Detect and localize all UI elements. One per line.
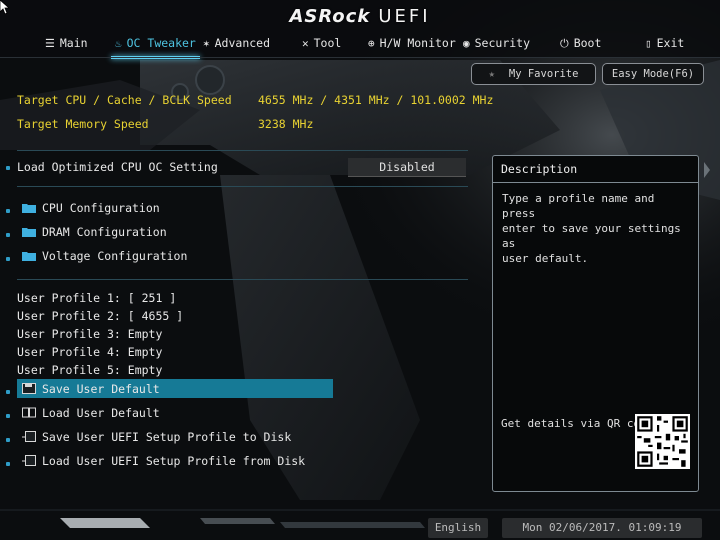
favorite-star-icon: ★ (488, 68, 495, 80)
submenu-cpu-configuration[interactable]: CPU Configuration (22, 199, 160, 217)
tab-exit-label: Exit (656, 36, 685, 50)
language-selector[interactable]: English (428, 518, 488, 538)
my-favorite-label: My Favorite (508, 68, 579, 80)
save-to-disk-icon (22, 431, 36, 442)
row-marker (6, 390, 10, 394)
load-user-default-item[interactable]: Load User Default (22, 404, 160, 422)
row-marker (6, 166, 10, 170)
action-label: Load User Default (42, 406, 160, 420)
footer-bar: English Mon 02/06/2017. 01:09:19 (0, 512, 720, 540)
qr-code-label: Get details via QR code (501, 417, 654, 430)
submenu-label: DRAM Configuration (42, 225, 167, 239)
tab-boot-label: Boot (573, 36, 602, 50)
load-from-disk-icon (22, 455, 36, 466)
submenu-voltage-configuration[interactable]: Voltage Configuration (22, 247, 187, 265)
easy-mode-label: Easy Mode(F6) (611, 68, 695, 80)
power-icon: ⏻ (560, 37, 569, 50)
mouse-cursor-icon (0, 0, 10, 14)
load-optimized-cpu-oc-label[interactable]: Load Optimized CPU OC Setting (17, 158, 218, 176)
folder-icon (22, 252, 36, 261)
target-cpu-label: Target CPU / Cache / BCLK Speed (17, 93, 232, 107)
tab-boot[interactable]: ⏻ Boot (560, 33, 601, 53)
tab-security-label: Security (474, 36, 531, 50)
exit-door-icon: ▯ (645, 37, 652, 50)
target-cpu-value: 4655 MHz / 4351 MHz / 101.0002 MHz (258, 93, 494, 107)
target-memory-label: Target Memory Speed (17, 117, 149, 131)
target-cpu-row: Target CPU / Cache / BCLK Speed (17, 91, 232, 109)
target-memory-value: 3238 MHz (258, 117, 314, 131)
folder-icon (22, 204, 36, 213)
save-profile-to-disk-item[interactable]: Save User UEFI Setup Profile to Disk (22, 428, 291, 446)
tab-exit[interactable]: ▯ Exit (645, 33, 684, 53)
action-label: Save User Default (42, 382, 160, 396)
save-user-default-item[interactable]: Save User Default (22, 380, 160, 398)
user-profile-4[interactable]: User Profile 4: Empty (17, 343, 162, 361)
description-panel: Description Type a profile name and pres… (492, 155, 699, 492)
row-marker (6, 438, 10, 442)
row-marker (6, 462, 10, 466)
datetime-display: Mon 02/06/2017. 01:09:19 (502, 518, 702, 538)
user-profile-3[interactable]: User Profile 3: Empty (17, 325, 162, 343)
row-marker (6, 209, 10, 213)
user-profile-5[interactable]: User Profile 5: Empty (17, 361, 162, 379)
action-label: Save User UEFI Setup Profile to Disk (42, 430, 292, 444)
submenu-label: Voltage Configuration (42, 249, 188, 263)
description-text: Type a profile name and press enter to s… (502, 192, 681, 265)
row-marker (6, 414, 10, 418)
submenu-dram-configuration[interactable]: DRAM Configuration (22, 223, 167, 241)
user-profile-1[interactable]: User Profile 1: [ 251 ] (17, 289, 176, 307)
description-title: Description (493, 156, 698, 183)
row-marker (6, 257, 10, 261)
open-book-icon (22, 407, 36, 418)
action-label: Load User UEFI Setup Profile from Disk (42, 454, 306, 468)
load-profile-from-disk-item[interactable]: Load User UEFI Setup Profile from Disk (22, 452, 305, 470)
load-optimized-cpu-oc-dropdown[interactable]: Disabled (348, 158, 466, 177)
settings-panel: Target CPU / Cache / BCLK Speed 4655 MHz… (0, 0, 493, 540)
my-favorite-button[interactable]: ★ My Favorite (471, 63, 596, 85)
user-profile-2[interactable]: User Profile 2: [ 4655 ] (17, 307, 183, 325)
scrollbar-indicator[interactable] (702, 162, 712, 178)
divider (17, 279, 468, 280)
folder-icon (22, 228, 36, 237)
row-marker (6, 233, 10, 237)
divider (17, 186, 468, 187)
divider (17, 150, 468, 151)
qr-code-image (635, 414, 690, 469)
floppy-disk-icon (22, 383, 36, 394)
easy-mode-button[interactable]: Easy Mode(F6) (602, 63, 704, 85)
submenu-label: CPU Configuration (42, 201, 160, 215)
